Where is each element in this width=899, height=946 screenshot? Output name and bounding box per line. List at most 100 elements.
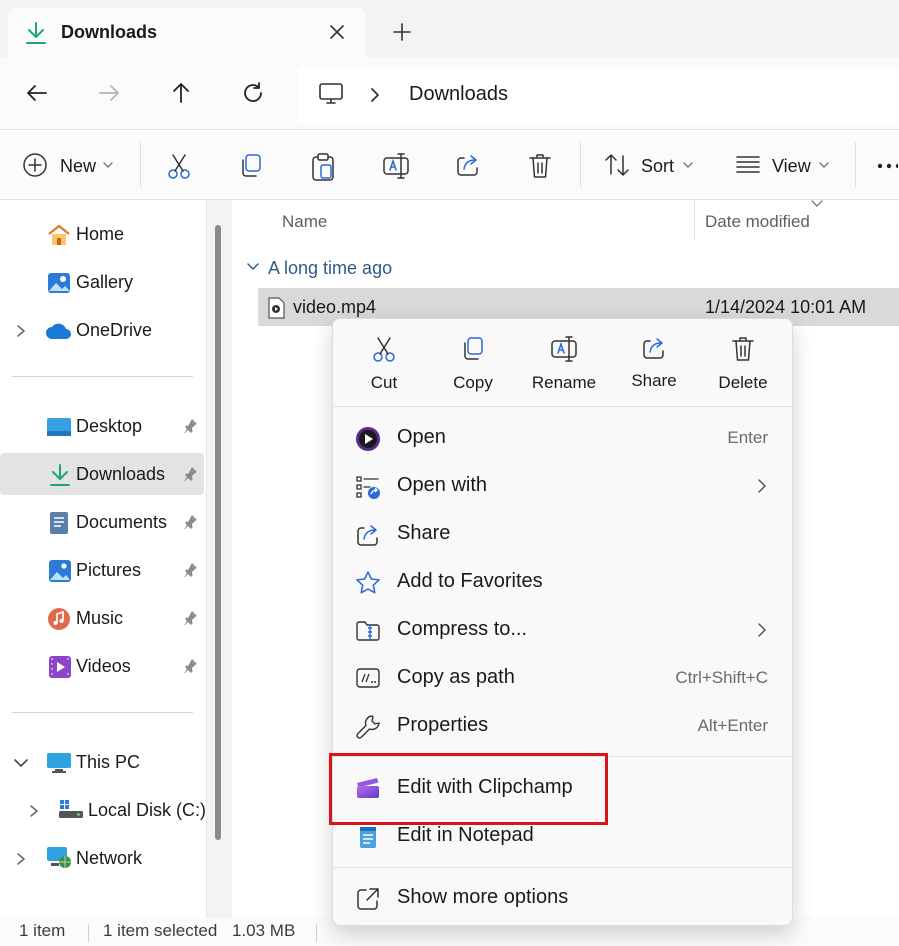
pin-icon[interactable] <box>182 466 198 482</box>
sidebar-item-home[interactable]: Home <box>0 213 204 255</box>
chevron-down-icon[interactable] <box>13 757 29 769</box>
status-size: 1.03 MB <box>232 921 296 940</box>
highlight-box <box>329 753 608 825</box>
pin-icon[interactable] <box>182 514 198 530</box>
sidebar-item-label: Videos <box>76 656 131 676</box>
close-icon[interactable] <box>326 21 348 43</box>
pin-icon[interactable] <box>182 562 198 578</box>
new-icon[interactable] <box>22 152 48 178</box>
share-icon <box>355 522 381 548</box>
chevron-down-icon[interactable] <box>682 160 694 170</box>
menu-item-add-to-favorites[interactable]: Add to Favorites <box>337 559 788 605</box>
sort-button[interactable]: Sort <box>641 156 674 177</box>
sidebar-item-desktop[interactable]: Desktop <box>0 405 204 447</box>
gallery-icon <box>46 271 72 295</box>
music-icon <box>47 607 71 631</box>
share-button[interactable]: Share <box>609 335 699 399</box>
sidebar-item-network[interactable]: Network <box>0 837 204 879</box>
cut-icon[interactable] <box>166 152 192 180</box>
navigation-scrollbar-thumb[interactable] <box>215 225 221 840</box>
up-arrow-icon[interactable] <box>168 80 194 106</box>
menu-item-label: Add to Favorites <box>397 570 543 592</box>
sidebar-item-local-disk[interactable]: Local Disk (C:) <box>0 789 206 831</box>
sidebar-item-pictures[interactable]: Pictures <box>0 549 204 591</box>
divider <box>333 867 792 868</box>
chevron-right-icon[interactable] <box>368 87 382 103</box>
sidebar-item-label: OneDrive <box>76 320 153 340</box>
chevron-down-icon[interactable] <box>818 160 830 170</box>
divider <box>333 406 792 407</box>
tab-title: Downloads <box>61 22 158 42</box>
menu-item-compress[interactable]: Compress to... <box>337 607 788 653</box>
onedrive-icon <box>45 322 73 340</box>
home-icon <box>46 223 72 247</box>
menu-item-label: Compress to... <box>397 618 528 640</box>
copy-button[interactable]: Copy <box>428 335 518 399</box>
delete-icon[interactable] <box>527 152 553 180</box>
cut-button[interactable]: Cut <box>339 335 429 399</box>
shortcut-label: Ctrl+Shift+C <box>675 668 768 687</box>
delete-label: Delete <box>718 373 768 392</box>
sidebar-item-label: Home <box>76 224 125 244</box>
column-divider[interactable] <box>694 200 695 240</box>
sidebar-item-videos[interactable]: Videos <box>0 645 204 687</box>
sort-icon[interactable] <box>604 152 630 178</box>
delete-button[interactable]: Delete <box>698 335 788 399</box>
sidebar-item-onedrive[interactable]: OneDrive <box>0 309 204 351</box>
forward-arrow-icon[interactable] <box>96 80 122 106</box>
sidebar-item-gallery[interactable]: Gallery <box>0 261 204 303</box>
menu-item-open[interactable]: Open Enter <box>337 415 788 461</box>
address-bar[interactable]: Downloads <box>298 66 899 124</box>
network-icon <box>46 846 72 870</box>
pin-icon[interactable] <box>182 418 198 434</box>
share-icon[interactable] <box>455 152 481 178</box>
paste-icon[interactable] <box>310 152 336 182</box>
separator <box>316 924 317 942</box>
rename-icon[interactable] <box>382 152 410 180</box>
plus-icon[interactable] <box>390 20 414 44</box>
back-arrow-icon[interactable] <box>24 80 50 106</box>
menu-item-properties[interactable]: Properties Alt+Enter <box>337 703 788 749</box>
menu-item-open-with[interactable]: Open with <box>337 463 788 509</box>
breadcrumb-downloads[interactable]: Downloads <box>409 83 508 106</box>
group-collapse-icon[interactable] <box>246 261 260 273</box>
more-options-icon[interactable] <box>876 163 898 169</box>
context-menu: Cut Copy Rename Share Delete Open Enter … <box>332 318 793 926</box>
pin-icon[interactable] <box>182 610 198 626</box>
menu-item-share[interactable]: Share <box>337 511 788 557</box>
new-button[interactable]: New <box>60 156 96 177</box>
column-header-date-modified[interactable]: Date modified <box>705 212 810 232</box>
menu-item-show-more-options[interactable]: Show more options <box>337 875 788 921</box>
copy-icon[interactable] <box>238 152 264 180</box>
refresh-icon[interactable] <box>240 80 266 106</box>
menu-item-copy-as-path[interactable]: Copy as path Ctrl+Shift+C <box>337 655 788 701</box>
column-header-name[interactable]: Name <box>282 212 327 232</box>
pictures-icon <box>48 559 72 583</box>
separator <box>88 924 89 942</box>
chevron-right-icon[interactable] <box>28 804 40 818</box>
sort-indicator-icon <box>810 198 824 208</box>
view-button[interactable]: View <box>772 156 811 177</box>
group-header[interactable]: A long time ago <box>268 258 392 279</box>
pin-icon[interactable] <box>182 658 198 674</box>
sidebar-item-label: Music <box>76 608 124 628</box>
view-icon[interactable] <box>735 152 761 176</box>
this-pc-icon[interactable] <box>318 82 344 106</box>
rename-button[interactable]: Rename <box>519 335 609 399</box>
delete-icon <box>698 335 788 363</box>
navigation-bar: Downloads <box>0 58 899 130</box>
copy-label: Copy <box>453 373 493 392</box>
sidebar-item-documents[interactable]: Documents <box>0 501 204 543</box>
menu-item-label: Open with <box>397 474 488 496</box>
chevron-right-icon[interactable] <box>15 324 27 338</box>
download-icon <box>48 463 72 487</box>
sidebar-item-this-pc[interactable]: This PC <box>0 741 204 783</box>
videos-icon <box>48 655 72 679</box>
sidebar-item-label: Pictures <box>76 560 142 580</box>
chevron-right-icon[interactable] <box>15 852 27 866</box>
zip-folder-icon <box>355 618 381 644</box>
sidebar-item-downloads[interactable]: Downloads <box>0 453 204 495</box>
tab-downloads[interactable]: Downloads <box>8 8 366 58</box>
sidebar-item-music[interactable]: Music <box>0 597 204 639</box>
chevron-down-icon[interactable] <box>102 160 114 170</box>
